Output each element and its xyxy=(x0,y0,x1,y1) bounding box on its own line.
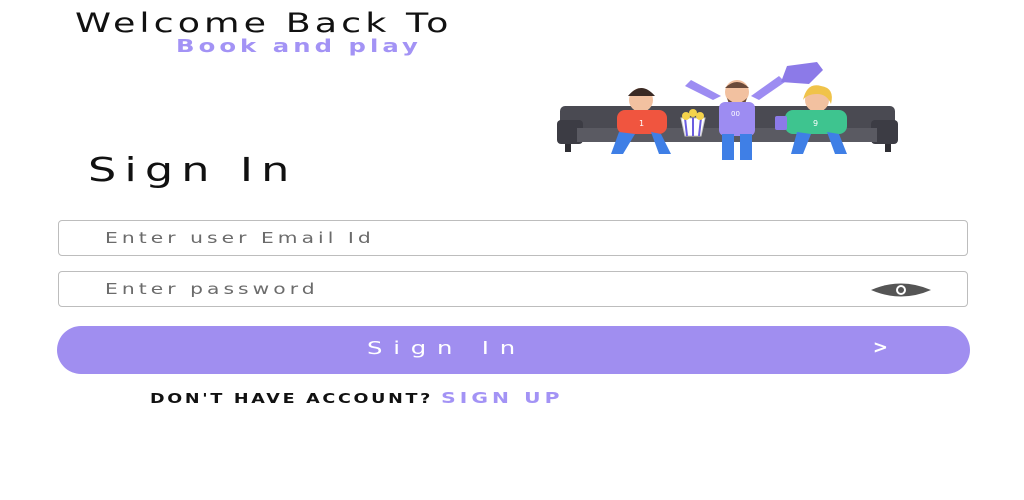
sign-in-button[interactable]: Sign In > xyxy=(57,326,970,374)
sofa-leg xyxy=(885,144,891,152)
sign-in-button-label: Sign In xyxy=(367,338,526,359)
email-input[interactable] xyxy=(105,221,1024,254)
person-middle-leg xyxy=(722,134,734,160)
jersey-number-left: 1 xyxy=(639,119,644,128)
cup-icon xyxy=(775,116,787,130)
chevron-right-icon: > xyxy=(872,337,888,358)
person-middle-arm xyxy=(751,76,785,100)
friends-on-sofa-illustration: 1 00 9 xyxy=(557,62,898,160)
no-account-text: DON'T HAVE ACCOUNT? xyxy=(150,392,434,407)
welcome-heading: Welcome Back To xyxy=(75,8,453,39)
sign-up-link[interactable]: SIGN UP xyxy=(441,389,563,407)
brand-name: Book and play xyxy=(176,36,422,57)
email-field[interactable] xyxy=(58,220,1024,256)
person-middle-hair xyxy=(725,82,749,88)
popcorn xyxy=(696,112,704,120)
eye-icon[interactable] xyxy=(869,281,933,299)
sofa-leg xyxy=(565,144,571,152)
jersey-number-right: 9 xyxy=(813,119,818,128)
popcorn xyxy=(689,109,697,117)
person-middle-leg xyxy=(740,134,752,160)
foam-finger-icon xyxy=(781,62,823,84)
signup-prompt: DON'T HAVE ACCOUNT? SIGN UP xyxy=(150,388,564,407)
person-left-hair xyxy=(628,88,655,96)
jersey-number-middle: 00 xyxy=(731,110,740,118)
sign-in-title: Sign In xyxy=(88,150,298,189)
person-middle-arm xyxy=(685,80,721,100)
password-field[interactable] xyxy=(58,271,1024,307)
sign-in-page: Welcome Back To Book and play 1 00 9 Sig… xyxy=(0,0,1024,500)
person-middle-shirt xyxy=(719,102,755,136)
popcorn xyxy=(682,112,690,120)
